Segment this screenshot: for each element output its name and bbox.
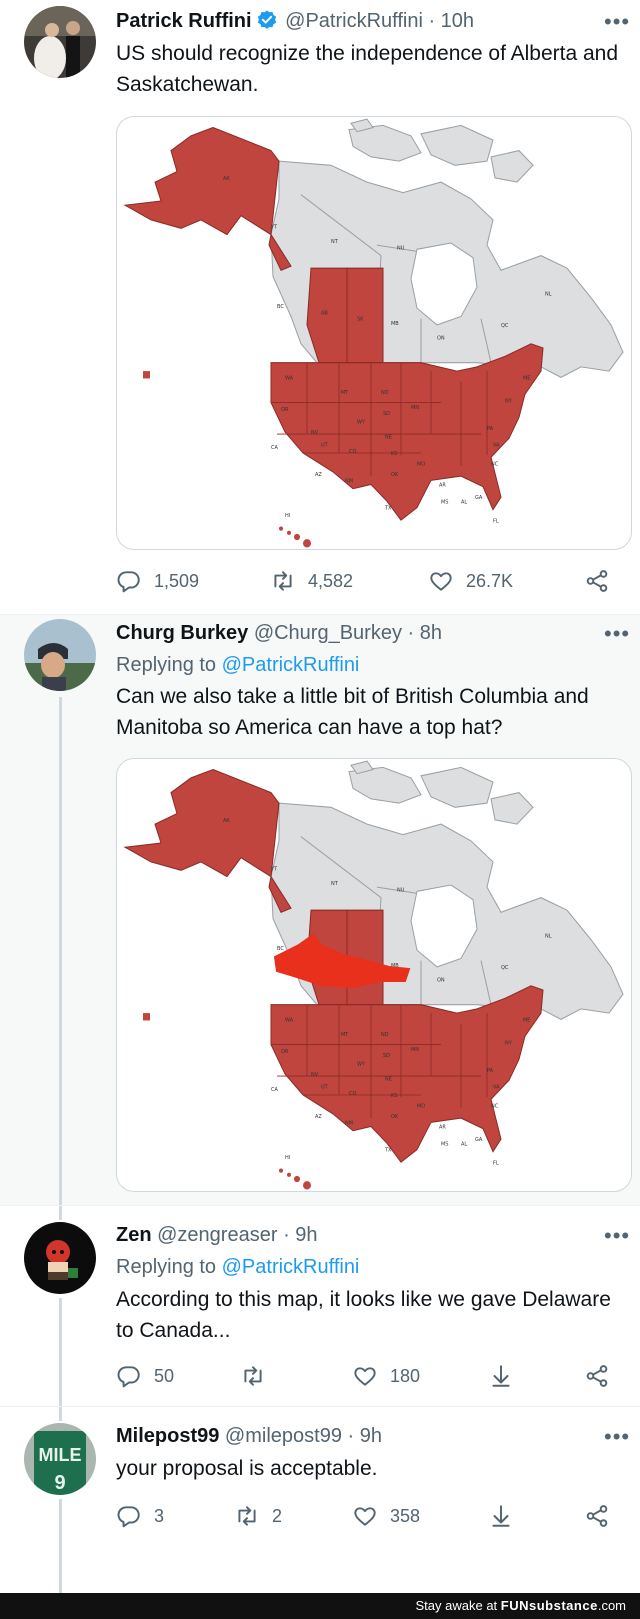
retweet-icon [244, 1366, 262, 1386]
like-count: 180 [390, 1365, 421, 1386]
display-name[interactable]: Patrick Ruffini [116, 10, 252, 32]
replying-to: Replying to @PatrickRuffini [116, 652, 359, 678]
retweet-count: 2 [272, 1505, 283, 1526]
thread-line [59, 1298, 62, 1406]
tweet-text: According to this map, it looks like we … [116, 1288, 611, 1342]
share-button[interactable] [584, 566, 610, 596]
heart-icon [354, 1367, 376, 1386]
thread-line [59, 1499, 62, 1593]
reply-button[interactable]: 1,509 [116, 566, 199, 596]
reply-count: 1,509 [154, 570, 200, 591]
thread-line [59, 1206, 62, 1220]
tweet-3[interactable]: Zen @zengreaser · 9h ••• Replying to @Pa… [0, 1206, 640, 1406]
more-options-icon[interactable]: ••• [604, 1426, 630, 1448]
like-button[interactable]: 26.7K [428, 566, 513, 596]
avatar[interactable] [24, 619, 96, 691]
share-button[interactable] [584, 1501, 610, 1531]
mention-link[interactable]: @PatrickRuffini [222, 1256, 360, 1278]
more-options-icon[interactable]: ••• [604, 1225, 630, 1247]
tweet-actions: 3 2 358 [116, 1501, 636, 1531]
more-options-icon[interactable]: ••• [604, 11, 630, 33]
tip-button[interactable] [488, 1501, 514, 1531]
avatar[interactable] [24, 6, 96, 78]
tweet-header: Zen @zengreaser · 9h [116, 1222, 318, 1248]
reply-button[interactable]: 50 [116, 1361, 174, 1391]
timestamp[interactable]: · 10h [428, 10, 474, 32]
tip-button[interactable] [488, 1361, 514, 1391]
retweet-icon [274, 571, 292, 591]
tweet-image-map[interactable]: HI [116, 116, 632, 550]
reply-button[interactable]: 3 [116, 1501, 164, 1531]
more-options-icon[interactable]: ••• [604, 623, 630, 645]
heart-icon [430, 572, 452, 591]
reply-icon [117, 1506, 140, 1528]
reply-count: 50 [154, 1365, 175, 1386]
avatar[interactable] [24, 1222, 96, 1294]
tweet-header: Churg Burkey @Churg_Burkey · 8h [116, 620, 442, 646]
tweet-image-map-edited[interactable]: HI [116, 758, 632, 1192]
avatar[interactable]: MILE 9 [24, 1423, 96, 1495]
share-icon [586, 1365, 608, 1387]
verified-badge-icon [257, 10, 276, 29]
like-button[interactable]: 180 [352, 1361, 420, 1391]
timestamp[interactable]: · 8h [408, 622, 442, 644]
like-button[interactable]: 358 [352, 1501, 420, 1531]
retweet-icon [238, 1506, 256, 1526]
reply-count: 3 [154, 1505, 165, 1526]
footer-suffix: .com [597, 1598, 626, 1613]
share-icon [586, 1505, 608, 1527]
thread-line [59, 697, 62, 1205]
svg-text:9: 9 [54, 1472, 65, 1494]
display-name[interactable]: Milepost99 [116, 1425, 219, 1447]
tweet-text: Can we also take a little bit of British… [116, 685, 589, 739]
download-arrow-icon [492, 1365, 510, 1387]
footer-brand: FUNsubstance [500, 1598, 598, 1613]
handle[interactable]: @milepost99 [225, 1425, 342, 1447]
retweet-button[interactable]: 2 [234, 1501, 282, 1531]
tweet-header: Milepost99 @milepost99 · 9h [116, 1423, 382, 1449]
download-arrow-icon [492, 1505, 510, 1527]
tweet-header: Patrick Ruffini @PatrickRuffini · 10h [116, 8, 474, 34]
tweet-actions: 50 180 [116, 1361, 636, 1391]
display-name[interactable]: Churg Burkey [116, 622, 248, 644]
mention-link[interactable]: @PatrickRuffini [222, 654, 360, 676]
share-icon [586, 570, 608, 592]
svg-text:HI: HI [285, 1155, 290, 1161]
tweet-4[interactable]: MILE 9 Milepost99 @milepost99 · 9h ••• y… [0, 1407, 640, 1593]
tweet-1[interactable]: Patrick Ruffini @PatrickRuffini · 10h ••… [0, 0, 640, 615]
heart-icon [354, 1507, 376, 1526]
replying-label: Replying to [116, 654, 217, 676]
handle[interactable]: @PatrickRuffini [285, 10, 423, 32]
tweet-2[interactable]: Churg Burkey @Churg_Burkey · 8h ••• Repl… [0, 615, 640, 1205]
display-name[interactable]: Zen [116, 1224, 152, 1246]
svg-text:MILE: MILE [39, 1445, 82, 1465]
retweet-button[interactable]: 4,582 [270, 566, 353, 596]
like-count: 26.7K [466, 570, 514, 591]
timestamp[interactable]: · 9h [348, 1425, 382, 1447]
like-count: 358 [390, 1505, 421, 1526]
timestamp[interactable]: · 9h [283, 1224, 317, 1246]
reply-icon [117, 571, 140, 593]
handle[interactable]: @Churg_Burkey [254, 622, 402, 644]
tweet-text: your proposal is acceptable. [116, 1457, 378, 1480]
handle[interactable]: @zengreaser [157, 1224, 277, 1246]
replying-to: Replying to @PatrickRuffini [116, 1254, 359, 1280]
share-button[interactable] [584, 1361, 610, 1391]
thread-line [59, 1407, 62, 1421]
retweet-button[interactable] [240, 1361, 266, 1391]
watermark-footer: Stay awake at FUNsubstance.com [0, 1593, 640, 1619]
tweet-text: US should recognize the independence of … [116, 42, 619, 96]
svg-text:HI: HI [285, 513, 290, 519]
tweet-actions: 1,509 4,582 26.7K [116, 566, 636, 596]
retweet-count: 4,582 [308, 570, 354, 591]
footer-text: Stay awake at [415, 1598, 498, 1613]
reply-icon [117, 1366, 140, 1388]
replying-label: Replying to [116, 1256, 217, 1278]
